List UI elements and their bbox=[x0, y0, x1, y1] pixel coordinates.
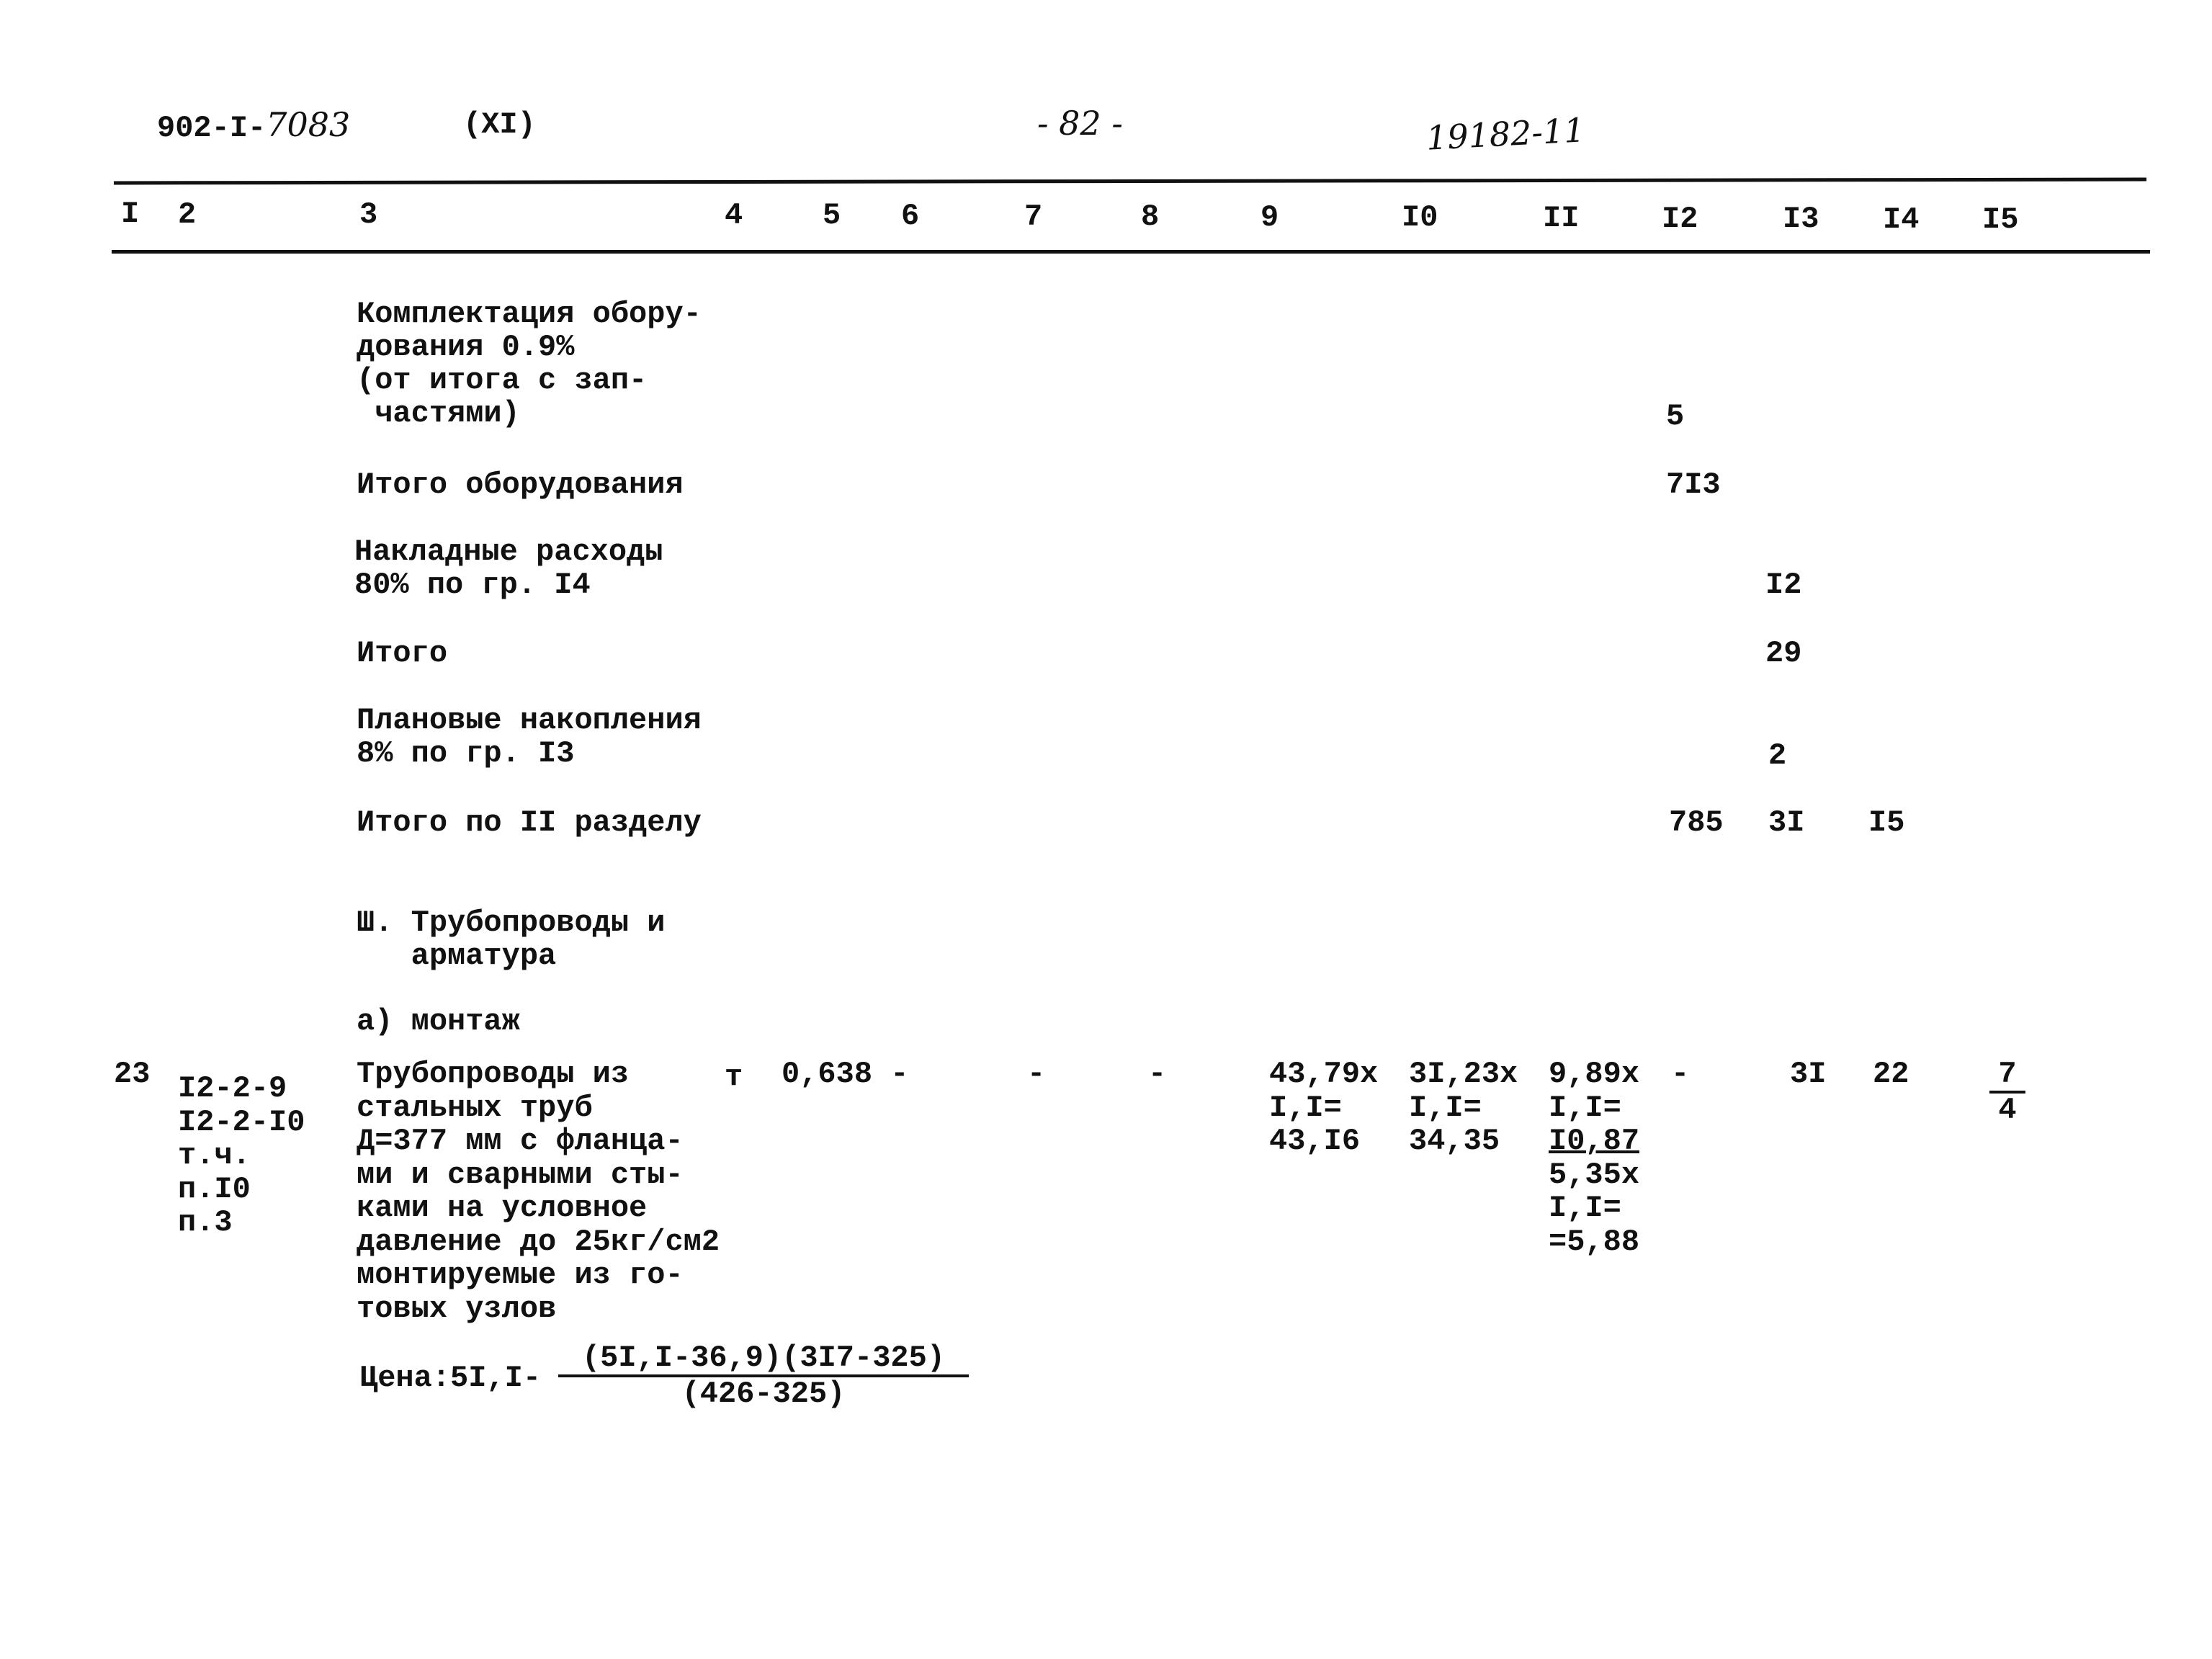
item-number: 23 bbox=[114, 1057, 151, 1091]
item-c11: 9,89x I,I= I0,87 5,35x I,I= =5,88 bbox=[1549, 1057, 1639, 1258]
summary-value-c12: 785 bbox=[1669, 805, 1724, 840]
summary-value-c14: I5 bbox=[1868, 805, 1905, 840]
summary-value-c13: 2 bbox=[1768, 738, 1787, 773]
item-unit: т bbox=[725, 1060, 743, 1094]
c15-numerator: 7 bbox=[1989, 1057, 2025, 1094]
price-label: Цена:5I,I- bbox=[359, 1361, 542, 1395]
summary-text: Итого по II разделу bbox=[357, 805, 702, 840]
column-header-4: 4 bbox=[725, 197, 743, 233]
price-numerator: (5I,I-36,9)(3I7-325) bbox=[558, 1341, 969, 1377]
handwritten-number: 19182-11 bbox=[1425, 110, 1586, 158]
column-header-9: 9 bbox=[1261, 200, 1279, 235]
column-header-10: I0 bbox=[1402, 200, 1438, 236]
table-top-rule bbox=[113, 177, 2147, 185]
price-fraction: (5I,I-36,9)(3I7-325) (426-325) bbox=[558, 1341, 969, 1410]
summary-text: Итого оборудования bbox=[357, 468, 684, 502]
item-c10: 3I,23x I,I= 34,35 bbox=[1409, 1057, 1518, 1158]
column-header-15: I5 bbox=[1982, 202, 2019, 238]
item-c15-fraction: 7 4 bbox=[1989, 1057, 2025, 1127]
price-denominator: (426-325) bbox=[681, 1377, 846, 1411]
item-c8: - bbox=[1148, 1057, 1167, 1091]
item-c7: - bbox=[1027, 1057, 1046, 1091]
summary-text: Итого bbox=[357, 636, 448, 671]
c11-top: 9,89x I,I= bbox=[1549, 1057, 1640, 1125]
column-header-7: 7 bbox=[1024, 199, 1043, 234]
subsection-title: а) монтаж bbox=[357, 1004, 520, 1039]
column-header-11: II bbox=[1543, 201, 1580, 236]
doc-code-printed: 902-I- bbox=[157, 111, 267, 146]
column-header-12: I2 bbox=[1662, 201, 1698, 236]
summary-value-c13: 3I bbox=[1768, 805, 1805, 840]
item-quantity: 0,638 - bbox=[782, 1057, 909, 1091]
section-title: Ш. Трубопроводы и арматура bbox=[357, 905, 666, 973]
summary-value-c12: 7I3 bbox=[1666, 468, 1721, 502]
item-c14: 22 bbox=[1873, 1057, 1909, 1091]
summary-text: Накладные расходы 80% по гр. I4 bbox=[354, 535, 663, 602]
column-header-14: I4 bbox=[1883, 202, 1920, 237]
column-header-13: I3 bbox=[1783, 202, 1819, 237]
document-code: 902-I-7083 bbox=[157, 108, 350, 145]
item-c9: 43,79x I,I= 43,I6 bbox=[1269, 1057, 1379, 1158]
doc-code-handwritten: 7083 bbox=[266, 105, 351, 144]
summary-value-c12: 5 bbox=[1666, 399, 1685, 434]
column-header-1: I bbox=[121, 197, 140, 231]
summary-text: Комплектация обору- дования 0.9% (от ито… bbox=[357, 297, 702, 431]
item-description: Трубопроводы из стальных труб Д=377 мм с… bbox=[357, 1057, 720, 1326]
summary-value-c13: 29 bbox=[1765, 636, 1802, 671]
column-header-6: 6 bbox=[901, 199, 920, 233]
summary-value-c13: I2 bbox=[1765, 568, 1802, 602]
c15-denominator: 4 bbox=[1998, 1093, 2017, 1127]
volume-label: (XI) bbox=[463, 107, 536, 142]
c11-bottom: 5,35x I,I= =5,88 bbox=[1549, 1157, 1640, 1259]
column-header-2: 2 bbox=[178, 197, 197, 232]
item-c12: - bbox=[1671, 1057, 1690, 1091]
column-header-3: 3 bbox=[359, 197, 378, 233]
item-c13: 3I bbox=[1790, 1057, 1827, 1091]
c11-underlined: I0,87 bbox=[1549, 1124, 1640, 1158]
column-header-5: 5 bbox=[823, 198, 841, 233]
column-header-rule bbox=[112, 250, 2150, 254]
summary-text: Плановые накопления 8% по гр. I3 bbox=[357, 703, 702, 771]
column-header-8: 8 bbox=[1141, 200, 1160, 235]
item-code: I2-2-9 I2-2-I0 т.ч. п.I0 п.3 bbox=[178, 1071, 305, 1240]
page-number: - 82 - bbox=[1037, 104, 1123, 143]
